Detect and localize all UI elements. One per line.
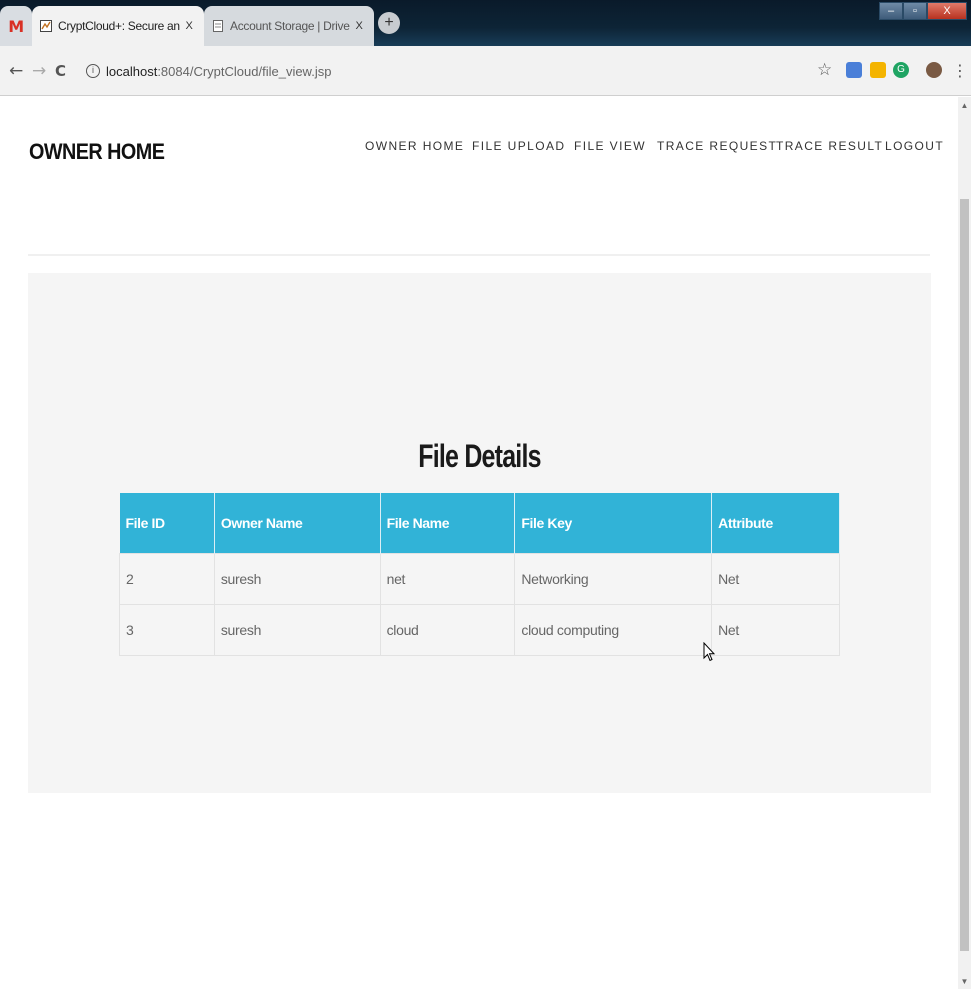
close-window-button[interactable]: X [927, 2, 967, 20]
table-row: 2 suresh net Networking Net [119, 552, 840, 605]
page-viewport: OWNER HOME OWNER HOME FILE UPLOAD FILE V… [0, 97, 958, 989]
tab-drivehq[interactable]: Account Storage | DriveHQ X [204, 6, 374, 46]
browser-menu-icon[interactable]: ⋮ [952, 61, 968, 80]
translate-extension-icon[interactable] [846, 62, 862, 78]
reload-button[interactable]: C [55, 62, 66, 80]
nav-logout[interactable]: LOGOUT [885, 139, 944, 153]
browser-titlebar: M CryptCloud+: Secure and Expres X Accou… [0, 0, 971, 46]
nav-file-view[interactable]: FILE VIEW [574, 139, 646, 153]
restore-button[interactable]: ▫ [903, 2, 927, 20]
info-icon[interactable]: i [86, 64, 100, 78]
minimize-button[interactable]: – [879, 2, 903, 20]
address-bar[interactable]: i localhost:8084/CryptCloud/file_view.js… [78, 56, 808, 86]
column-header-attribute: Attribute [711, 493, 840, 553]
drive-extension-icon[interactable] [870, 62, 886, 78]
nav-file-upload[interactable]: FILE UPLOAD [472, 139, 565, 153]
tab-title: CryptCloud+: Secure and Expres [58, 19, 180, 33]
column-header-file-id: File ID [119, 493, 215, 553]
scroll-down-arrow-icon[interactable]: ▼ [958, 977, 971, 986]
scroll-up-arrow-icon[interactable]: ▲ [958, 101, 971, 110]
gmail-icon: M [8, 16, 24, 36]
column-header-owner-name: Owner Name [214, 493, 381, 553]
column-header-file-key: File Key [514, 493, 713, 553]
cell-file-name: cloud [379, 603, 516, 656]
url-path: :8084/CryptCloud/file_view.jsp [157, 63, 332, 79]
tab-cryptcloud[interactable]: CryptCloud+: Secure and Expres X [32, 6, 204, 46]
new-tab-button[interactable]: + [378, 12, 400, 34]
tab-gmail[interactable]: M [0, 6, 32, 46]
bookmark-star-icon[interactable]: ☆ [817, 60, 832, 80]
grammarly-extension-icon[interactable]: G [893, 62, 909, 78]
cell-file-id: 3 [119, 603, 215, 656]
cell-file-key: cloud computing [514, 603, 713, 656]
cell-attribute: Net [711, 552, 840, 605]
cell-file-id: 2 [119, 552, 215, 605]
cell-owner-name: suresh [213, 552, 381, 605]
mouse-cursor-icon [703, 642, 715, 662]
table-row: 3 suresh cloud cloud computing Net [119, 603, 840, 656]
file-details-panel: File Details File ID Owner Name File Nam… [28, 273, 931, 793]
profile-avatar-icon[interactable] [926, 62, 942, 78]
cell-file-name: net [379, 552, 516, 605]
column-header-file-name: File Name [380, 493, 516, 553]
table-header-row: File ID Owner Name File Name File Key At… [119, 493, 840, 553]
page-title: File Details [418, 438, 541, 474]
nav-trace-result[interactable]: TRACE RESULT [776, 139, 883, 153]
nav-owner-home[interactable]: OWNER HOME [365, 139, 464, 153]
nav-trace-request[interactable]: TRACE REQUEST [657, 139, 777, 153]
page-icon [212, 20, 224, 32]
browser-toolbar: ← → C i localhost:8084/CryptCloud/file_v… [0, 46, 971, 96]
favicon-icon [40, 20, 52, 32]
header-divider [28, 254, 930, 256]
back-button[interactable]: ← [9, 61, 23, 81]
close-tab-icon[interactable]: X [350, 20, 368, 32]
url-host: localhost [106, 63, 158, 79]
file-details-table: File ID Owner Name File Name File Key At… [119, 493, 840, 656]
cell-attribute: Net [711, 603, 840, 656]
tab-title: Account Storage | DriveHQ [230, 19, 350, 33]
page-scrollbar[interactable]: ▲ ▼ [958, 97, 971, 989]
cell-owner-name: suresh [213, 603, 381, 656]
forward-button[interactable]: → [32, 61, 46, 81]
cell-file-key: Networking [514, 552, 713, 605]
site-brand[interactable]: OWNER HOME [29, 139, 165, 165]
scrollbar-thumb[interactable] [960, 199, 969, 951]
window-controls: – ▫ X [879, 2, 967, 20]
close-tab-icon[interactable]: X [180, 20, 198, 32]
